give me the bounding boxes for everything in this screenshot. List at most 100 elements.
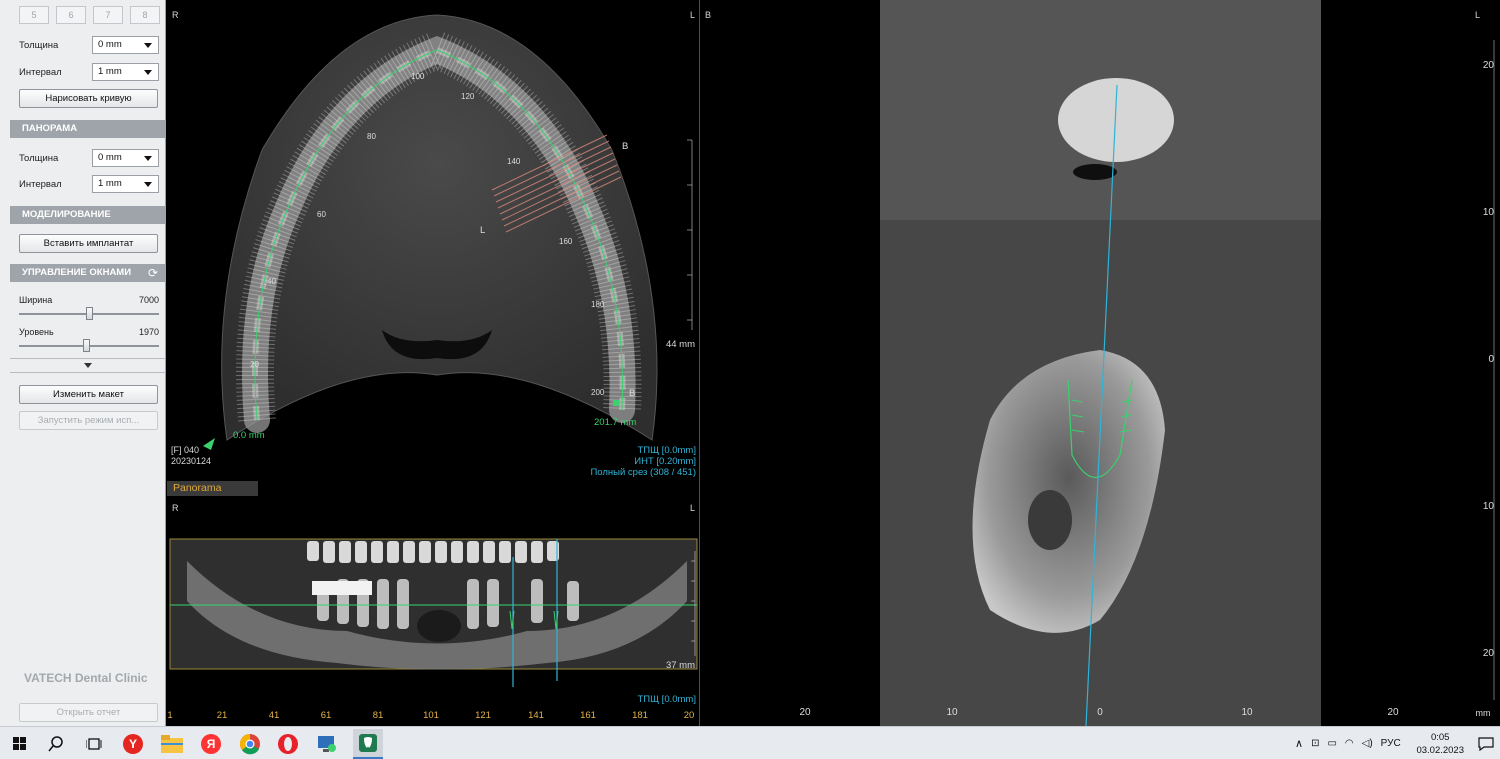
change-layout-button[interactable]: Изменить макет bbox=[19, 385, 158, 404]
panorama-thickness-value: 0 mm bbox=[98, 152, 122, 163]
language-indicator[interactable]: РУС bbox=[1381, 738, 1401, 749]
bottom-axis-label: 20 bbox=[1387, 707, 1399, 718]
control-panel: 5 6 7 8 Толщина 0 mm Интервал 1 mm Нарис… bbox=[0, 0, 166, 726]
ruler-tick: 1 bbox=[167, 710, 173, 721]
axial-info-date: 20230124 bbox=[171, 456, 212, 466]
ruler-tick: 121 bbox=[475, 710, 491, 721]
volume-icon[interactable]: ◁) bbox=[1362, 738, 1373, 749]
width-slider-thumb[interactable] bbox=[85, 307, 93, 320]
ruler-tick: 161 bbox=[580, 710, 596, 721]
dental-viewer-app: 5 6 7 8 Толщина 0 mm Интервал 1 mm Нарис… bbox=[0, 0, 1500, 759]
ruler-tick: 20 bbox=[683, 710, 695, 721]
panorama-interval-row: Интервал 1 mm bbox=[19, 175, 159, 193]
slice-thickness-select[interactable]: 0 mm bbox=[92, 36, 159, 54]
slice-interval-row: Интервал 1 mm bbox=[19, 63, 159, 81]
panorama-interval-value: 1 mm bbox=[98, 178, 122, 189]
cross-section-view[interactable]: B L 20 10 0 10 20 20 10 0 10 20 mm bbox=[699, 0, 1500, 726]
ruler-tick: 141 bbox=[528, 710, 544, 721]
chevron-up-icon[interactable]: ∧ bbox=[1295, 737, 1303, 750]
clock-date: 03.02.2023 bbox=[1416, 745, 1464, 756]
width-label: Ширина bbox=[19, 295, 53, 305]
divider bbox=[10, 358, 166, 359]
pano-ruler: 1 21 41 61 81 101 121 141 161 181 20 bbox=[167, 706, 699, 726]
pano-info-thickness: ТПЩ [0.0mm] bbox=[637, 694, 697, 705]
panorama-section-header[interactable]: ПАНОРАМА bbox=[10, 120, 166, 138]
level-slider-thumb[interactable] bbox=[82, 339, 90, 352]
curve-tick-label: 140 bbox=[507, 157, 521, 166]
notifications-icon[interactable] bbox=[1474, 732, 1498, 756]
panorama-thickness-row: Толщина 0 mm bbox=[19, 149, 159, 167]
axial-info-slice: Полный срез (308 / 451) bbox=[590, 467, 696, 478]
axial-view[interactable]: R L L B B 20 40 60 80 100 120 140 160 18… bbox=[167, 0, 699, 480]
cross-section-ct-image bbox=[880, 0, 1495, 726]
number-button-8[interactable]: 8 bbox=[130, 6, 160, 24]
chevron-down-icon bbox=[144, 70, 152, 75]
curve-tick-label: 180 bbox=[591, 300, 605, 309]
panorama-ct-image bbox=[169, 538, 698, 687]
level-slider-row: Уровень 1970 bbox=[19, 327, 159, 352]
wifi-icon[interactable]: ◠ bbox=[1345, 738, 1354, 749]
ruler-tick: 61 bbox=[320, 710, 332, 721]
file-explorer-icon[interactable] bbox=[160, 732, 184, 756]
opera-icon[interactable] bbox=[276, 732, 300, 756]
slice-interval-label: Интервал bbox=[19, 66, 62, 78]
yandex-browser-icon[interactable]: Y bbox=[121, 732, 145, 756]
window-control-header-label: УПРАВЛЕНИЕ ОКНАМИ bbox=[22, 267, 132, 278]
brand-label: VATECH Dental Clinic bbox=[24, 671, 148, 685]
curve-tick-label: 120 bbox=[461, 92, 475, 101]
axial-scale-label: 44 mm bbox=[665, 339, 695, 350]
remote-desktop-icon[interactable] bbox=[315, 732, 339, 756]
slice-interval-select[interactable]: 1 mm bbox=[92, 63, 159, 81]
axial-info-interval: ИНТ [0.20mm] bbox=[634, 456, 696, 467]
cross-corner-b-marker: B bbox=[705, 10, 712, 20]
open-report-button[interactable]: Открыть отчет bbox=[19, 703, 158, 722]
ruler-tick: 81 bbox=[372, 710, 384, 721]
panorama-view[interactable]: Panorama R L 37 mm ТПЩ [0.0mm] 1 21 41 6… bbox=[167, 481, 699, 726]
window-control-section-header[interactable]: УПРАВЛЕНИЕ ОКНАМИ ⟳ bbox=[10, 264, 166, 282]
panorama-thickness-select[interactable]: 0 mm bbox=[92, 149, 159, 167]
system-clock[interactable]: 0:05 03.02.2023 bbox=[1416, 731, 1464, 757]
curve-tick-label: 60 bbox=[317, 210, 326, 219]
refresh-icon[interactable]: ⟳ bbox=[148, 264, 158, 282]
pano-scale-label: 37 mm bbox=[665, 660, 695, 671]
modeling-section-header[interactable]: МОДЕЛИРОВАНИЕ bbox=[10, 206, 166, 224]
start-mode-button[interactable]: Запустить режим исп... bbox=[19, 411, 158, 430]
collapse-arrow-icon[interactable] bbox=[84, 363, 92, 368]
axial-corner-right-marker: R bbox=[172, 10, 179, 20]
clock-time: 0:05 bbox=[1430, 732, 1450, 743]
chevron-down-icon bbox=[144, 43, 152, 48]
slice-interval-value: 1 mm bbox=[98, 66, 122, 77]
curve-tick-label: 200 bbox=[591, 388, 605, 397]
curve-tick-label: 160 bbox=[559, 237, 573, 246]
search-icon[interactable] bbox=[44, 732, 68, 756]
dental-viewer-taskbar-icon[interactable] bbox=[353, 729, 383, 759]
curve-end-b-label: B bbox=[629, 388, 636, 399]
panorama-interval-select[interactable]: 1 mm bbox=[92, 175, 159, 193]
level-slider[interactable] bbox=[19, 339, 159, 352]
draw-curve-button[interactable]: Нарисовать кривую bbox=[19, 89, 158, 108]
insert-implant-button[interactable]: Вставить имплантат bbox=[19, 234, 158, 253]
right-axis-label: 20 bbox=[1482, 60, 1494, 71]
right-axis-label: 10 bbox=[1482, 207, 1494, 218]
curve-end-label: 201.7 mm bbox=[594, 417, 637, 428]
task-view-icon[interactable] bbox=[82, 732, 106, 756]
width-slider-row: Ширина 7000 bbox=[19, 295, 159, 320]
svg-text:Я: Я bbox=[207, 737, 216, 751]
bottom-axis-label: 10 bbox=[946, 707, 958, 718]
layout-number-buttons: 5 6 7 8 bbox=[19, 6, 160, 24]
right-axis-label: 0 bbox=[1488, 354, 1494, 365]
yandex-icon[interactable]: Я bbox=[199, 732, 223, 756]
number-button-5[interactable]: 5 bbox=[19, 6, 49, 24]
panorama-interval-label: Интервал bbox=[19, 178, 62, 190]
ruler-tick: 101 bbox=[423, 710, 439, 721]
bottom-axis-label: 10 bbox=[1241, 707, 1253, 718]
windows-start-icon[interactable] bbox=[8, 732, 32, 756]
number-button-6[interactable]: 6 bbox=[56, 6, 86, 24]
meet-now-icon[interactable]: ⊡ bbox=[1311, 738, 1319, 749]
curve-tick-label: 80 bbox=[367, 132, 376, 141]
width-slider[interactable] bbox=[19, 307, 159, 320]
bottom-axis-label: 20 bbox=[799, 707, 811, 718]
chrome-icon[interactable] bbox=[238, 732, 262, 756]
battery-icon[interactable]: ▭ bbox=[1327, 738, 1336, 749]
number-button-7[interactable]: 7 bbox=[93, 6, 123, 24]
